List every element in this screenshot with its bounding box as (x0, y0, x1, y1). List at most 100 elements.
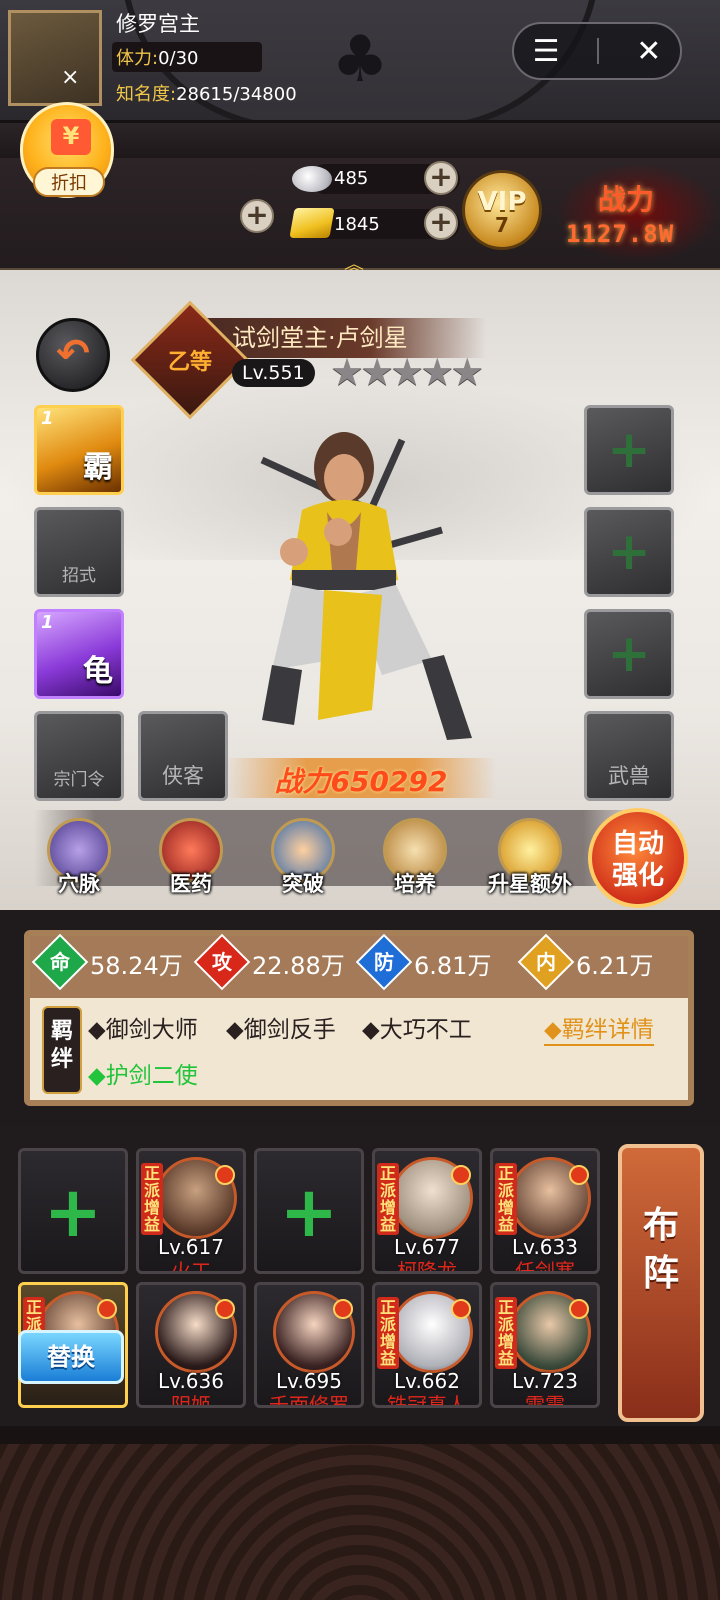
combat-power-label: 战力 (598, 183, 655, 216)
formation-label: 布阵 (642, 1205, 679, 1294)
stat-key: 内 (536, 950, 556, 974)
red-dot-icon (451, 1299, 471, 1319)
red-dot-icon (451, 1165, 471, 1185)
auto-enhance-button[interactable]: 自动 强化 (588, 808, 688, 908)
stamina-label: 体力: (116, 48, 159, 69)
avatar[interactable]: × (8, 10, 102, 106)
divider (596, 38, 599, 64)
buff-ribbon: 正派增益 (377, 1297, 399, 1369)
gold-value: 1845 (334, 214, 380, 235)
hero-name: 火工 (171, 1259, 211, 1274)
buff-ribbon: 正派增益 (495, 1297, 517, 1369)
hero-name: 千面修罗 (269, 1393, 349, 1408)
floor-edge (0, 1426, 720, 1444)
slot-level: 1 (41, 612, 54, 633)
stat-value: 58.24万 (90, 952, 183, 980)
discount-button[interactable]: ¥ 折扣 (20, 102, 114, 198)
vip-level: 7 (495, 213, 509, 237)
slot-label: 宗门令 (53, 770, 105, 790)
team-hero-card[interactable]: 正派增益 Lv.677 柯降龙 (372, 1148, 482, 1274)
medicine-button[interactable]: 医药 (146, 818, 236, 908)
breakthrough-button[interactable]: 突破 (258, 818, 348, 908)
team-hero-card[interactable]: 正派增益 Lv.617 火工 (136, 1148, 246, 1274)
hero-power: 战力650292 (274, 765, 448, 798)
cultivate-label: 培养 (394, 872, 436, 896)
bond-item: ◆御剑大师 (88, 1017, 198, 1043)
team-slot-empty[interactable]: + (18, 1148, 128, 1274)
equip-slot-1[interactable]: + (584, 405, 674, 495)
red-dot-icon (333, 1299, 353, 1319)
grade-label: 乙等 (167, 350, 212, 375)
red-dot-icon (215, 1299, 235, 1319)
skill-slot-2[interactable]: 1 龟 (34, 609, 124, 699)
slot-label: 侠客 (162, 764, 204, 788)
skill-slot-1[interactable]: 1 霸 (34, 405, 124, 495)
team-hero-card[interactable]: Lv.695 千面修罗 (254, 1282, 364, 1408)
team-slot-empty[interactable]: + (254, 1148, 364, 1274)
team-hero-card[interactable]: 正派增益 Lv.662 铁冠真人 (372, 1282, 482, 1408)
stat-key: 防 (374, 950, 394, 974)
red-dot-icon (215, 1165, 235, 1185)
gold-ingot-icon (289, 208, 335, 238)
stat-value: 22.88万 (252, 952, 345, 980)
stamina: 体力:0/30 (116, 44, 199, 70)
combat-power-value: 1127.8W (566, 220, 675, 248)
meridian-button[interactable]: 穴脉 (34, 818, 124, 908)
auto-enhance-line2: 强化 (611, 861, 664, 891)
cultivate-button[interactable]: 培养 (370, 818, 460, 908)
sect-token-slot[interactable]: 宗门令 (34, 711, 124, 801)
slot-level: 1 (41, 408, 54, 429)
bond-item: ◆御剑反手 (226, 1017, 336, 1043)
player-name: 修罗宫主 (116, 12, 200, 36)
system-buttons: ☰ ✕ (512, 22, 682, 80)
stat-value: 6.21万 (576, 952, 654, 980)
hero-level: Lv.551 (232, 359, 315, 387)
beast-slot[interactable]: 武兽 (584, 711, 674, 801)
stamina-value: 0/30 (158, 48, 199, 69)
hero-name: 雷震 (525, 1393, 565, 1408)
menu-icon[interactable]: ☰ (533, 34, 560, 69)
buff-ribbon: 正派增益 (141, 1163, 163, 1235)
hero-companion-slot[interactable]: 侠客 (138, 711, 228, 801)
gift-icon: ¥ (51, 119, 91, 155)
plus-icon: + (279, 1171, 339, 1253)
close-icon[interactable]: ✕ (636, 34, 661, 69)
team-hero-card[interactable]: 正派增益 Lv.723 雷震 (490, 1282, 600, 1408)
move-slot[interactable]: 招式 (34, 507, 124, 597)
team-hero-card[interactable]: 正派增益 Lv.633 任剑寒 (490, 1148, 600, 1274)
formation-button[interactable]: 布阵 (618, 1144, 704, 1422)
replace-button[interactable]: 替换 (18, 1330, 124, 1384)
add-gold-button[interactable]: + (424, 206, 458, 240)
add-stamina-button[interactable]: + (240, 199, 274, 233)
stat-key: 攻 (212, 950, 232, 974)
slot-glyph: 霸 (83, 450, 113, 485)
back-arrow-icon[interactable]: ↶ (36, 318, 110, 392)
star-up-extra-label: 升星额外 (488, 872, 572, 896)
plus-icon: + (43, 1171, 103, 1253)
red-dot-icon (97, 1299, 117, 1319)
bond-item-active: ◆护剑二使 (88, 1063, 198, 1089)
close-icon: × (61, 65, 80, 90)
hero-name: 试剑堂主·卢剑星 (232, 324, 408, 352)
meridian-label: 穴脉 (58, 872, 100, 896)
floor-pattern (0, 1426, 720, 1600)
bond-details-link[interactable]: ◆羁绊详情 (544, 1010, 654, 1046)
team-hero-card[interactable]: Lv.636 阴姬 (136, 1282, 246, 1408)
stat-value: 6.81万 (414, 952, 492, 980)
auto-enhance-line1: 自动 (611, 829, 664, 859)
fame-label: 知名度: (116, 84, 177, 105)
equip-slot-3[interactable]: + (584, 609, 674, 699)
star-up-extra-button[interactable]: 升星额外 (476, 818, 584, 908)
red-dot-icon (569, 1299, 589, 1319)
slot-label: 招式 (62, 566, 96, 586)
stat-key: 命 (50, 950, 70, 974)
slot-glyph: 龟 (83, 654, 113, 689)
bond-badge: 羁绊 (42, 1006, 82, 1094)
red-dot-icon (569, 1165, 589, 1185)
vip-badge[interactable]: VIP 7 (462, 170, 542, 250)
fame: 知名度:28615/34800 (116, 80, 297, 106)
add-silver-button[interactable]: + (424, 161, 458, 195)
equip-slot-2[interactable]: + (584, 507, 674, 597)
buff-ribbon: 正派增益 (377, 1163, 399, 1235)
cloud-ornament-icon: ♣ (331, 23, 389, 97)
